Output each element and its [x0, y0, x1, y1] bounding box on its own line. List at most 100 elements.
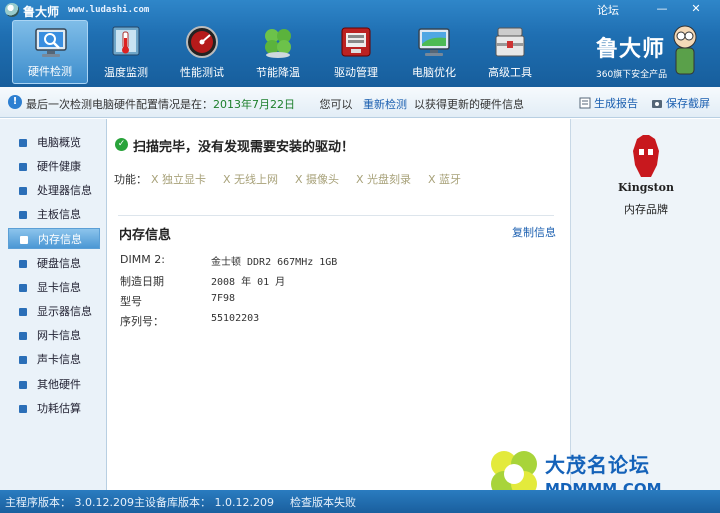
tab-driver-management[interactable]: 驱动管理: [318, 20, 394, 84]
sidebar-item-label: 内存信息: [38, 233, 82, 246]
sidebar-item-power[interactable]: 功耗估算: [8, 398, 100, 419]
sidebar-item-gpu[interactable]: 显卡信息: [8, 277, 100, 298]
kingston-head-icon: [633, 135, 659, 177]
clover-icon: [265, 29, 291, 58]
sidebar-item-label: 声卡信息: [37, 353, 81, 366]
bullet-icon: [19, 356, 27, 364]
bullet-icon: [19, 332, 27, 340]
generate-report-button[interactable]: 生成报告: [579, 95, 638, 111]
last-scan-date: 2013年7月22日: [213, 98, 295, 111]
bullet-icon: [19, 381, 27, 389]
camera-icon: [652, 100, 662, 108]
brand-block: 鲁大师 360旗下安全产品: [592, 25, 702, 83]
info-value: 55102203: [211, 313, 260, 324]
forum-link[interactable]: 论坛: [597, 2, 619, 18]
sidebar-item-sound[interactable]: 声卡信息: [8, 349, 100, 370]
sidebar-item-label: 主板信息: [37, 208, 81, 221]
bullet-icon: [19, 308, 27, 316]
bullet-icon: [19, 260, 27, 268]
check-icon: ✓: [115, 138, 128, 151]
sidebar-item-label: 其他硬件: [37, 378, 81, 391]
app-logo-icon: [5, 3, 19, 17]
sidebar-item-label: 网卡信息: [37, 329, 81, 342]
info-value: 金士顿 DDR2 667MHz 1GB: [211, 257, 338, 268]
brand-name: 鲁大师: [596, 36, 666, 62]
kingston-logo: Kingston: [615, 135, 677, 195]
version-check-status: 检查版本失败: [290, 496, 356, 509]
minimize-button[interactable]: —: [654, 2, 670, 16]
tab-performance[interactable]: 性能测试: [164, 20, 240, 84]
bullet-icon: [19, 187, 27, 195]
app-url: www.ludashi.com: [68, 5, 150, 15]
generate-report-label: 生成报告: [594, 97, 638, 110]
memory-brand-label: 内存品牌: [624, 203, 668, 216]
sidebar-item-other[interactable]: 其他硬件: [8, 374, 100, 395]
feature-item: X 摄像头: [295, 173, 340, 186]
bullet-icon: [19, 211, 27, 219]
info-suffix: 以获得更新的硬件信息: [413, 98, 524, 111]
report-icon: [579, 97, 591, 109]
sidebar-item-motherboard[interactable]: 主板信息: [8, 204, 100, 225]
info-value: 7F98: [211, 293, 236, 304]
status-bar: 主程序版本： 3.0.12.209 主设备库版本： 1.0.12.209 检查版…: [0, 490, 720, 513]
broom-monitor-icon: [418, 28, 450, 56]
tab-label: 驱动管理: [334, 66, 378, 79]
brand-panel: Kingston 内存品牌: [570, 119, 720, 490]
info-prefix: 最后一次检测电脑硬件配置情况是在：: [26, 98, 213, 111]
sidebar-item-disk[interactable]: 硬盘信息: [8, 253, 100, 274]
sidebar-item-network[interactable]: 网卡信息: [8, 325, 100, 346]
rescan-link[interactable]: 重新检测: [363, 98, 407, 111]
watermark-title: 大茂名论坛: [545, 453, 650, 477]
bullet-icon: [19, 163, 27, 171]
brand-subtitle: 360旗下安全产品: [596, 70, 668, 80]
tools-case-icon: [495, 27, 525, 57]
info-key: 制造日期: [120, 275, 164, 288]
sidebar-item-label: 硬盘信息: [37, 257, 81, 270]
feature-item: X 无线上网: [223, 173, 279, 186]
scan-status: 扫描完毕，没有发现需要安装的驱动！: [133, 140, 355, 155]
tab-energy-saving[interactable]: 节能降温: [240, 20, 316, 84]
feature-item: X 蓝牙: [428, 173, 462, 186]
info-bar: ! 最后一次检测电脑硬件配置情况是在：2013年7月22日 您可以 重新检测 以…: [0, 87, 720, 118]
tab-label: 温度监测: [104, 66, 148, 79]
tab-hardware-detect[interactable]: 硬件检测: [12, 20, 88, 84]
sidebar-item-cpu[interactable]: 处理器信息: [8, 180, 100, 201]
sidebar: 电脑概览 硬件健康 处理器信息 主板信息 内存信息 硬盘信息 显卡信息 显示器信…: [0, 119, 107, 490]
info-icon: !: [8, 95, 22, 109]
mascot-icon: [673, 25, 697, 75]
feature-item: X 独立显卡: [151, 173, 207, 186]
tab-label: 高级工具: [488, 66, 532, 79]
tab-label: 性能测试: [180, 66, 224, 79]
info-value: 2008 年 01 月: [211, 277, 286, 288]
sidebar-item-display[interactable]: 显示器信息: [8, 301, 100, 322]
copy-info-link[interactable]: 复制信息: [512, 224, 556, 240]
save-screenshot-button[interactable]: 保存截屏: [651, 95, 710, 111]
main-version: 主程序版本： 3.0.12.209: [5, 496, 134, 509]
sidebar-item-label: 硬件健康: [37, 160, 81, 173]
speedometer-icon: [186, 26, 218, 58]
tab-optimization[interactable]: 电脑优化: [396, 20, 472, 84]
bullet-icon: [20, 236, 28, 244]
toolbox-icon: [341, 27, 371, 57]
info-middle: 您可以: [319, 98, 353, 111]
close-button[interactable]: ✕: [688, 2, 704, 16]
tab-label: 硬件检测: [28, 65, 72, 78]
tab-advanced-tools[interactable]: 高级工具: [472, 20, 548, 84]
sidebar-item-label: 处理器信息: [37, 184, 92, 197]
kingston-wordmark: Kingston: [617, 181, 675, 194]
bullet-icon: [19, 405, 27, 413]
divider: [118, 215, 554, 216]
sidebar-item-label: 电脑概览: [37, 136, 81, 149]
sidebar-item-label: 显示器信息: [37, 305, 92, 318]
sidebar-item-health[interactable]: 硬件健康: [8, 156, 100, 177]
sidebar-item-overview[interactable]: 电脑概览: [8, 132, 100, 153]
sidebar-item-label: 功耗估算: [37, 402, 81, 415]
tab-temperature[interactable]: 温度监测: [88, 20, 164, 84]
bullet-icon: [19, 139, 27, 147]
sidebar-item-memory[interactable]: 内存信息: [8, 228, 100, 249]
tab-label: 节能降温: [256, 66, 300, 79]
tab-label: 电脑优化: [412, 66, 456, 79]
app-header: 鲁大师 www.ludashi.com 论坛 — ✕ 硬件检测 温度监测 性能测…: [0, 0, 720, 87]
info-key: DIMM 2:: [120, 253, 165, 266]
last-scan-info: 最后一次检测电脑硬件配置情况是在：2013年7月22日 您可以 重新检测 以获得…: [26, 96, 524, 112]
